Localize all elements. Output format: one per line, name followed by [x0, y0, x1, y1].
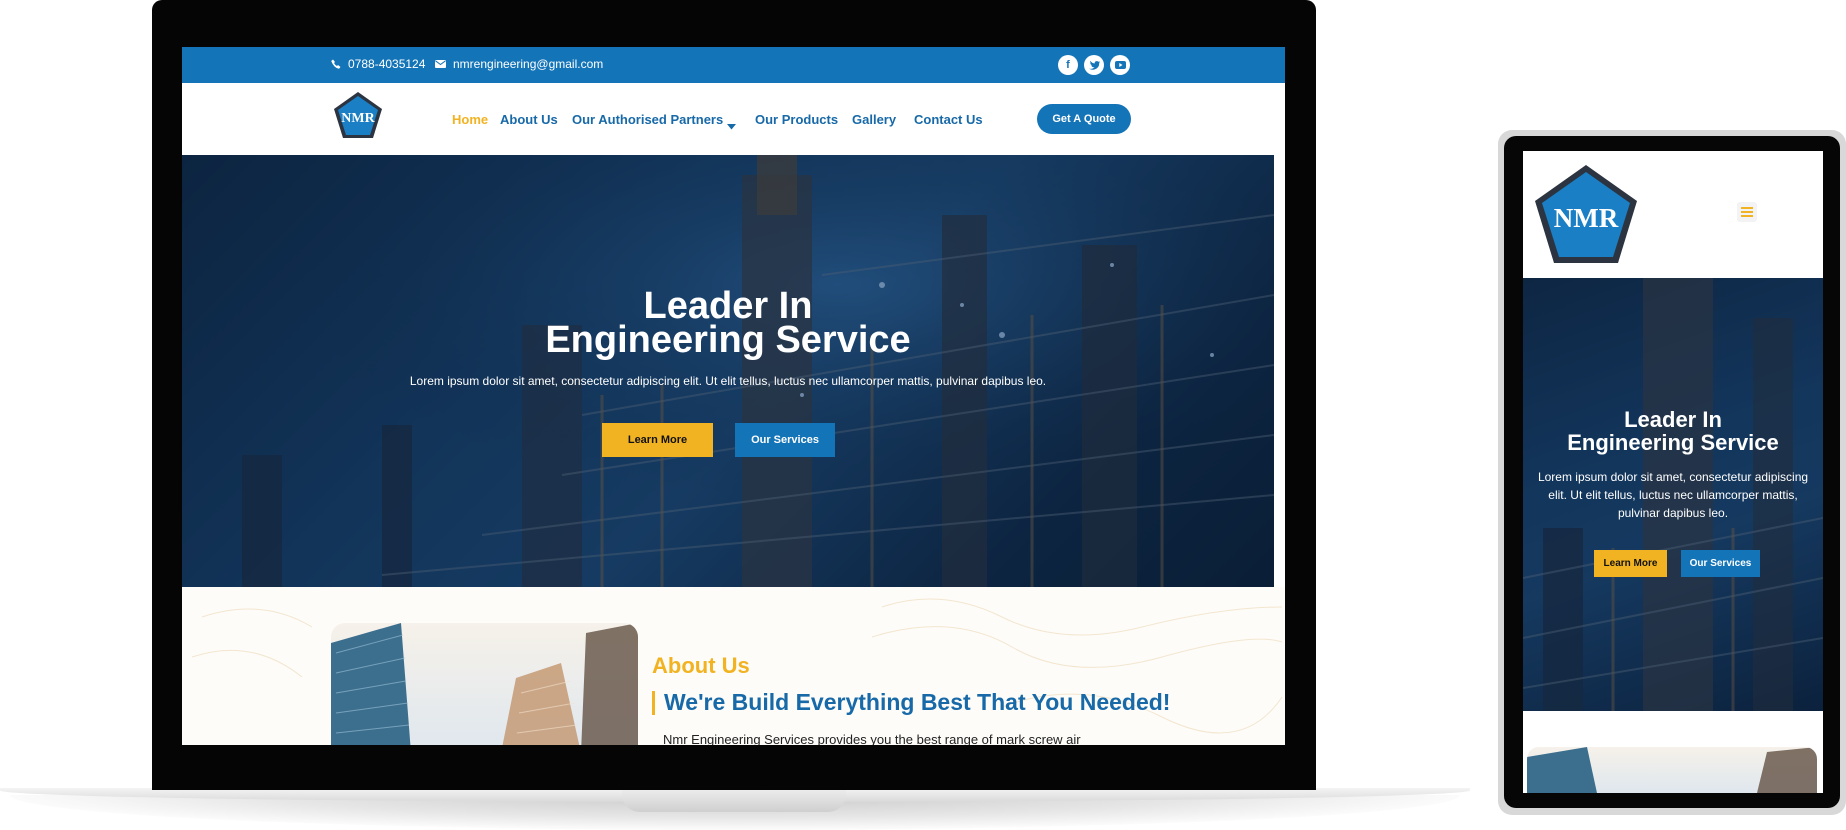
nav-authorised-partners[interactable]: Our Authorised Partners: [572, 112, 723, 127]
phone-number: 0788-4035124: [348, 57, 426, 71]
mobile-nmr-logo[interactable]: NMR: [1534, 164, 1638, 269]
mobile-hero-section: Leader In Engineering Service Lorem ipsu…: [1523, 278, 1823, 711]
nav-contact-us[interactable]: Contact Us: [914, 112, 983, 127]
nav-our-products[interactable]: Our Products: [755, 112, 838, 127]
hamburger-menu-icon[interactable]: [1737, 202, 1757, 222]
heading-accent-bar: [652, 691, 655, 715]
mobile-logo-text: NMR: [1554, 203, 1619, 233]
mobile-about-image: [1527, 747, 1817, 793]
learn-more-button[interactable]: Learn More: [602, 423, 713, 457]
nav-gallery[interactable]: Gallery: [852, 112, 896, 127]
mobile-hero-subtitle: Lorem ipsum dolor sit amet, consectetur …: [1537, 470, 1809, 520]
phone-icon: [331, 59, 341, 69]
phone-contact[interactable]: 0788-4035124: [331, 57, 425, 71]
mobile-hero-title-line-2: Engineering Service: [1567, 430, 1779, 455]
facebook-icon[interactable]: f: [1058, 55, 1078, 75]
youtube-icon[interactable]: [1110, 55, 1130, 75]
twitter-icon[interactable]: [1084, 55, 1104, 75]
about-section: About Us We're Build Everything Best Tha…: [182, 587, 1285, 745]
hero-title-line-2: Engineering Service: [545, 319, 911, 361]
hero-subtitle: Lorem ipsum dolor sit amet, consectetur …: [409, 374, 1047, 388]
envelope-icon: [435, 60, 446, 68]
email-contact[interactable]: nmrengineering@gmail.com: [435, 57, 603, 71]
desktop-website-screen: 0788-4035124 nmrengineering@gmail.com f …: [182, 47, 1285, 745]
main-navigation: NMR Home About Us Our Authorised Partner…: [182, 83, 1285, 155]
email-address: nmrengineering@gmail.com: [453, 57, 604, 71]
nav-home[interactable]: Home: [452, 112, 488, 127]
nav-about-us[interactable]: About Us: [500, 112, 558, 127]
about-label: About Us: [652, 653, 750, 678]
about-building-image: [331, 623, 638, 745]
mobile-learn-more-button[interactable]: Learn More: [1594, 550, 1667, 577]
our-services-button[interactable]: Our Services: [735, 423, 835, 457]
mobile-our-services-button[interactable]: Our Services: [1681, 550, 1760, 577]
nmr-logo[interactable]: NMR: [333, 91, 383, 144]
about-text: Nmr Engineering Services provides you th…: [663, 732, 1081, 745]
mobile-website-screen: NMR Leader In Engineering Service Lorem …: [1523, 151, 1823, 793]
laptop-hinge: [622, 788, 846, 812]
get-a-quote-button[interactable]: Get A Quote: [1037, 104, 1131, 134]
chevron-down-icon[interactable]: [727, 117, 736, 135]
about-heading: We're Build Everything Best That You Nee…: [664, 689, 1171, 715]
mobile-hero-title-line-1: Leader In: [1624, 407, 1722, 432]
hero-section: Leader In Engineering Service Lorem ipsu…: [182, 155, 1274, 587]
top-contact-bar: 0788-4035124 nmrengineering@gmail.com f: [182, 47, 1285, 83]
logo-text: NMR: [341, 111, 375, 126]
refinery-background-image: [182, 155, 1274, 587]
